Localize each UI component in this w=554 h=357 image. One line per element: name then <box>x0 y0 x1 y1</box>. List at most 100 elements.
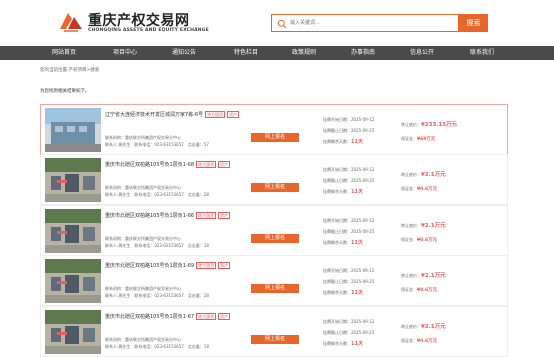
listing-title-text[interactable]: 重庆市北碚区双柏路105号负1层负1-66 <box>105 213 194 219</box>
listing-contact: 联系人:周先生 <box>105 192 131 197</box>
site-subtitle: CHONGQING ASSETS AND EQUITY EXCHANGE <box>88 28 209 33</box>
nav-item-disclosure[interactable]: 信息公开 <box>398 46 446 60</box>
listing-org: 联系机构：重庆联交所集团产权交易分中心 <box>105 185 181 190</box>
listing-start-date: 挂牌开始日期：2025-09-12 <box>323 117 375 122</box>
listing-days-remaining: 挂牌剩余天数：11天 <box>323 237 374 249</box>
tag-local-state-asset: 地方国资 <box>205 111 226 118</box>
deposit-label: 保证金： <box>401 338 417 343</box>
search-input[interactable] <box>290 17 455 29</box>
listing-org: 联系机构：重庆联交所集团产权交易分中心 <box>105 286 181 291</box>
online-signup-button[interactable]: 网上报名 <box>251 183 299 192</box>
listing-row[interactable]: 重庆市北碚区双柏路105号负1层负1-67 地方国资 资产 联系机构：重庆联交所集团产… <box>40 306 508 357</box>
tag-asset: 资产 <box>218 313 231 320</box>
listing-days-remaining: 挂牌剩余天数：11天 <box>323 136 374 148</box>
online-signup-button[interactable]: 网上报名 <box>251 234 299 243</box>
nav-item-guide[interactable]: 办事指南 <box>339 46 387 60</box>
listing-views: 点击量：28 <box>187 192 209 197</box>
listing-end-date: 挂牌截止日期：2025-09-25 <box>323 229 375 234</box>
price-label: 转让底价： <box>401 273 421 278</box>
tag-asset: 资产 <box>227 111 240 118</box>
listing-views: 点击量：18 <box>187 344 209 349</box>
deposit-value: ¥0.6万元 <box>417 238 438 243</box>
listing-price: 转让底价：¥2.1万元 <box>401 269 446 283</box>
listing-title-text[interactable]: 重庆市北碚区双柏路105号负1层负1-68 <box>105 162 194 168</box>
listing-phone: 联系电话：023-63153657 <box>134 243 184 248</box>
listing-phone: 联系电话：023-63153657 <box>134 142 184 147</box>
listing-prices: 转让底价：¥2.1万元 保证金：¥0.6万元 <box>401 269 446 297</box>
listing-price: 转让底价：¥2.1万元 <box>401 219 446 233</box>
listing-thumbnail[interactable] <box>45 158 101 202</box>
days-label: 挂牌剩余天数： <box>323 341 351 346</box>
nav-item-policies[interactable]: 政策规则 <box>280 46 328 60</box>
days-label: 挂牌剩余天数： <box>323 240 351 245</box>
main-nav: 网站首页 项目中心 通知公告 特色栏目 政策规则 办事指南 信息公开 联系我们 <box>0 46 554 60</box>
days-value: 11天 <box>351 290 363 296</box>
listing-thumbnail[interactable] <box>45 259 101 303</box>
site-title[interactable]: 重庆产权交易网 <box>88 10 190 30</box>
listing-row[interactable]: 重庆市北碚区双柏路105号负1层负1-66 地方国资 资产 联系机构：重庆联交所集团产… <box>40 205 508 256</box>
search-box <box>271 14 459 32</box>
listing-end-date: 挂牌截止日期：2025-09-25 <box>323 279 375 284</box>
listing-start-date: 挂牌开始日期：2025-09-12 <box>323 319 375 324</box>
listing-thumbnail[interactable] <box>45 209 101 253</box>
online-signup-button[interactable]: 网上报名 <box>251 335 299 344</box>
listing-org: 联系机构：重庆联交所集团产权交易分中心 <box>105 337 181 342</box>
listing-deposit: 保证金：¥69万元 <box>401 132 457 146</box>
days-label: 挂牌剩余天数： <box>323 189 351 194</box>
listing-deposit: 保证金：¥0.6万元 <box>401 233 446 247</box>
nav-item-features[interactable]: 特色栏目 <box>222 46 270 60</box>
deposit-label: 保证金： <box>401 287 417 292</box>
listing-dates: 挂牌开始日期：2025-09-12 挂牌截止日期：2025-09-25 挂牌剩余天数… <box>323 316 374 350</box>
listing-views: 点击量：28 <box>187 293 209 298</box>
deposit-value: ¥0.6万元 <box>417 339 438 344</box>
listing-row[interactable]: 重庆市北碚区双柏路105号负1层负1-69 地方国资 资产 联系机构：重庆联交所集团产… <box>40 255 508 306</box>
listing-phone: 联系电话：023-63153657 <box>134 293 184 298</box>
listing-org: 联系机构：重庆联交所集团产权交易分中心 <box>105 135 181 140</box>
listing-title[interactable]: 重庆市北碚区双柏路105号负1层负1-66 地方国资 资产 <box>105 212 231 219</box>
listing-thumbnail[interactable] <box>45 108 101 152</box>
listing-price: 转让底价：¥2.1万元 <box>401 168 446 182</box>
listing-dates: 挂牌开始日期：2025-09-12 挂牌截止日期：2025-09-25 挂牌剩余天数… <box>323 114 374 148</box>
nav-item-notices[interactable]: 通知公告 <box>160 46 208 60</box>
listing-row[interactable]: 重庆市北碚区双柏路105号负1层负1-68 地方国资 资产 联系机构：重庆联交所集团产… <box>40 154 508 205</box>
online-signup-button[interactable]: 网上报名 <box>251 133 299 142</box>
listing-deposit: 保证金：¥0.6万元 <box>401 334 446 348</box>
listing-days-remaining: 挂牌剩余天数：11天 <box>323 287 374 299</box>
listing-end-date: 挂牌截止日期：2025-09-25 <box>323 128 375 133</box>
listing-price: 转让底价：¥233.15万元 <box>401 118 457 132</box>
cqee-logo-icon[interactable] <box>58 9 84 33</box>
listing-deposit: 保证金：¥0.6万元 <box>401 283 446 297</box>
nav-item-contact[interactable]: 联系我们 <box>458 46 506 60</box>
listing-title[interactable]: 重庆市北碚区双柏路105号负1层负1-68 地方国资 资产 <box>105 161 231 168</box>
listing-dates: 挂牌开始日期：2025-09-12 挂牌截止日期：2025-09-25 挂牌剩余天数… <box>323 164 374 198</box>
tag-local-state-asset: 地方国资 <box>196 161 217 168</box>
price-value: ¥2.1万元 <box>421 223 446 229</box>
listing-title[interactable]: 重庆市北碚区双柏路105号负1层负1-69 地方国资 资产 <box>105 262 231 269</box>
listing-title[interactable]: 重庆市北碚区双柏路105号负1层负1-67 地方国资 资产 <box>105 313 231 320</box>
listing-thumbnail[interactable] <box>45 310 101 354</box>
online-signup-button[interactable]: 网上报名 <box>251 284 299 293</box>
listing-start-date: 挂牌开始日期：2025-09-12 <box>323 268 375 273</box>
tag-local-state-asset: 地方国资 <box>196 313 217 320</box>
listing-title[interactable]: 辽宁省大连经济技术开发区城润万家7栋-6号 地方国资 资产 <box>105 111 240 118</box>
days-value: 11天 <box>351 139 363 145</box>
deposit-label: 保证金： <box>401 186 417 191</box>
search-button[interactable]: 搜索 <box>459 14 488 32</box>
listing-start-date: 挂牌开始日期：2025-09-12 <box>323 218 375 223</box>
nav-item-projects[interactable]: 项目中心 <box>101 46 149 60</box>
listing-prices: 转让底价：¥233.15万元 保证金：¥69万元 <box>401 118 457 146</box>
listing-price: 转让底价：¥2.1万元 <box>401 320 446 334</box>
days-value: 11天 <box>351 240 363 246</box>
listing-prices: 转让底价：¥2.1万元 保证金：¥0.6万元 <box>401 219 446 247</box>
listing-start-date: 挂牌开始日期：2025-09-12 <box>323 167 375 172</box>
nav-item-home[interactable]: 网站首页 <box>40 46 88 60</box>
listing-dates: 挂牌开始日期：2025-09-12 挂牌截止日期：2025-09-25 挂牌剩余天数… <box>323 215 374 249</box>
deposit-value: ¥0.6万元 <box>417 288 438 293</box>
price-label: 转让底价： <box>401 172 421 177</box>
listing-dates: 挂牌开始日期：2025-09-12 挂牌截止日期：2025-09-25 挂牌剩余天数… <box>323 265 374 299</box>
days-value: 11天 <box>351 189 363 195</box>
listing-title-text[interactable]: 辽宁省大连经济技术开发区城润万家7栋-6号 <box>105 112 203 118</box>
listing-title-text[interactable]: 重庆市北碚区双柏路105号负1层负1-67 <box>105 314 194 320</box>
listing-row[interactable]: 辽宁省大连经济技术开发区城润万家7栋-6号 地方国资 资产 联系机构：重庆联交所集团产… <box>40 104 508 155</box>
listing-title-text[interactable]: 重庆市北碚区双柏路105号负1层负1-69 <box>105 263 194 269</box>
